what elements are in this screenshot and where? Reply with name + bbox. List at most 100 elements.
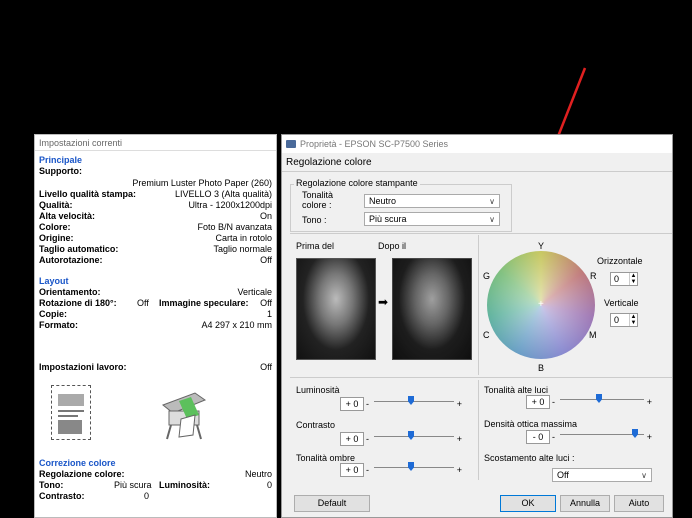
ombre-field[interactable]: + 0: [340, 463, 364, 477]
dialog-title: Proprietà - EPSON SC-P7500 Series: [300, 139, 449, 149]
wheel-label-y: Y: [538, 241, 545, 251]
ombre-label: Tonalità ombre: [296, 453, 356, 463]
setting-label: Autorotazione:: [39, 255, 103, 265]
slider-thumb[interactable]: [408, 396, 414, 405]
densita-slider[interactable]: - +: [552, 428, 652, 442]
divider: [478, 380, 479, 480]
alteluci-field[interactable]: + 0: [526, 395, 550, 409]
setting-label: Qualità:: [39, 200, 73, 210]
verticale-spinner[interactable]: 0 ▲ ▼: [610, 313, 638, 327]
wheel-label-r: R: [590, 271, 597, 281]
supporto-label: Supporto:: [39, 166, 82, 176]
properties-dialog: Proprietà - EPSON SC-P7500 Series Regola…: [281, 134, 673, 518]
contrasto-label: Contrasto:: [39, 491, 85, 501]
tono-label: Tono :: [302, 215, 327, 225]
contrasto-field[interactable]: + 0: [340, 432, 364, 446]
regolazione-label: Regolazione colore:: [39, 469, 125, 479]
luminosita-label: Luminosità:: [159, 480, 210, 490]
orientamento-value: Verticale: [237, 287, 272, 297]
divider: [290, 377, 672, 378]
slider-thumb[interactable]: [408, 431, 414, 440]
divider: [282, 171, 672, 172]
tono-dropdown[interactable]: Più scura ∨: [364, 212, 500, 226]
luminosita-value: 0: [266, 480, 272, 490]
setting-value: Off: [260, 255, 272, 265]
rotazione-value: Off: [137, 298, 149, 308]
wheel-center-marker: +: [538, 299, 544, 310]
setting-value: Foto B/N avanzata: [197, 222, 272, 232]
contrasto-slider[interactable]: - +: [366, 430, 462, 444]
section-correzione: Correzione colore: [39, 458, 116, 468]
preview-after-image: [392, 258, 472, 360]
preview-before-image: [296, 258, 376, 360]
tono-value: Più scura: [369, 214, 407, 224]
divider: [478, 235, 479, 375]
aiuto-button[interactable]: Aiuto: [614, 495, 664, 512]
current-settings-panel: Impostazioni correnti Principale Support…: [34, 134, 277, 518]
alteluci-slider[interactable]: - +: [552, 393, 652, 407]
ok-button[interactable]: OK: [500, 495, 556, 512]
orientamento-label: Orientamento:: [39, 287, 101, 297]
annulla-button[interactable]: Annulla: [560, 495, 610, 512]
densita-field[interactable]: - 0: [526, 430, 550, 444]
rotazione-label: Rotazione di 180°:: [39, 298, 117, 308]
speculare-value: Off: [260, 298, 272, 308]
setting-label: Colore:: [39, 222, 71, 232]
tono-value: Più scura: [114, 480, 152, 490]
printer-small-icon: [286, 140, 296, 148]
divider: [290, 233, 672, 234]
spin-arrows-icon[interactable]: ▲ ▼: [629, 273, 637, 285]
regolazione-value: Neutro: [244, 469, 272, 479]
prima-label: Prima del: [296, 241, 335, 251]
verticale-label: Verticale: [604, 298, 639, 308]
wheel-label-c: C: [483, 330, 490, 340]
dopo-label: Dopo il: [378, 241, 407, 251]
luminosita-slider[interactable]: - +: [366, 395, 462, 409]
tono-label: Tono:: [39, 480, 64, 490]
ombre-slider[interactable]: - +: [366, 461, 462, 475]
setting-label: Taglio automatico:: [39, 244, 119, 254]
scostamento-dropdown[interactable]: Off ∨: [552, 468, 652, 482]
contrasto-label: Contrasto: [296, 420, 336, 430]
luminosita-field[interactable]: + 0: [340, 397, 364, 411]
formato-value: A4 297 x 210 mm: [201, 320, 272, 330]
printer-icon: [155, 385, 210, 440]
luminosita-label: Luminosità: [296, 385, 340, 395]
tonalita-dropdown[interactable]: Neutro ∨: [364, 194, 500, 208]
scostamento-label: Scostamento alte luci :: [484, 453, 575, 463]
copie-label: Copie:: [39, 309, 67, 319]
lavoro-value: Off: [260, 362, 272, 372]
chevron-down-icon: ∨: [489, 197, 495, 206]
setting-label: Alta velocità:: [39, 211, 96, 221]
paper-icon: [51, 385, 91, 440]
chevron-down-icon: ∨: [641, 471, 647, 480]
speculare-label: Immagine speculare:: [159, 298, 249, 308]
arrow-right-icon: ➡: [378, 295, 389, 309]
copie-value: 1: [266, 309, 272, 319]
wheel-label-m: M: [589, 330, 597, 340]
default-button[interactable]: Default: [294, 495, 370, 512]
verticale-value: 0: [614, 315, 620, 325]
dialog-titlebar: Proprietà - EPSON SC-P7500 Series: [282, 135, 672, 153]
setting-label: Origine:: [39, 233, 74, 243]
setting-value: Taglio normale: [213, 244, 272, 254]
spin-arrows-icon[interactable]: ▲ ▼: [629, 314, 637, 326]
tonalita-label: Tonalità colore :: [302, 190, 334, 210]
panel-title: Impostazioni correnti: [35, 135, 276, 151]
slider-thumb[interactable]: [408, 462, 414, 471]
slider-thumb[interactable]: [596, 394, 602, 403]
orizzontale-spinner[interactable]: 0 ▲ ▼: [610, 272, 638, 286]
lavoro-label: Impostazioni lavoro:: [39, 362, 127, 372]
chevron-down-icon: ∨: [489, 215, 495, 224]
section-layout: Layout: [39, 276, 69, 286]
wheel-label-b: B: [538, 363, 545, 373]
scostamento-value: Off: [557, 470, 569, 480]
setting-label: Livello qualità stampa:: [39, 189, 137, 199]
orizzontale-label: Orizzontale: [597, 256, 643, 266]
slider-thumb[interactable]: [632, 429, 638, 438]
supporto-value: Premium Luster Photo Paper (260): [132, 178, 272, 188]
tonalita-value: Neutro: [369, 196, 397, 206]
setting-value: Ultra - 1200x1200dpi: [188, 200, 272, 210]
wheel-label-g: G: [483, 271, 491, 281]
group-title: Regolazione colore stampante: [294, 178, 420, 188]
